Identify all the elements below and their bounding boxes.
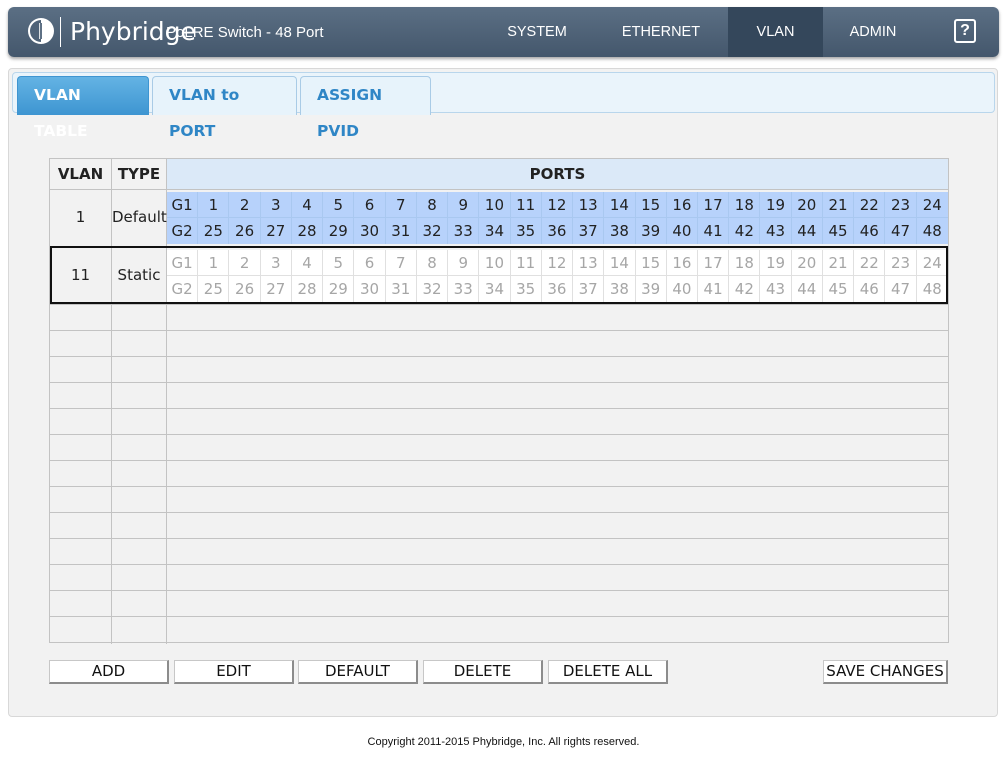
- port-cell[interactable]: 9: [448, 192, 480, 218]
- port-cell[interactable]: 21: [823, 192, 855, 218]
- port-cell[interactable]: 5: [323, 192, 355, 218]
- help-icon[interactable]: ?: [954, 19, 976, 43]
- port-cell[interactable]: 33: [448, 218, 480, 244]
- port-cell[interactable]: 32: [417, 218, 449, 244]
- nav-system[interactable]: SYSTEM: [491, 7, 583, 57]
- delete-all-button[interactable]: DELETE ALL: [548, 660, 668, 684]
- port-cell[interactable]: 31: [386, 218, 417, 244]
- port-cell[interactable]: 38: [604, 218, 636, 244]
- port-cell[interactable]: 13: [573, 192, 605, 218]
- port-cell[interactable]: 37: [573, 218, 605, 244]
- port-cell[interactable]: 45: [823, 218, 855, 244]
- top-header: Phybridge PoLRE Switch - 48 Port SYSTEM …: [8, 7, 999, 57]
- delete-button[interactable]: DELETE: [423, 660, 543, 684]
- port-cell[interactable]: 10: [479, 192, 511, 218]
- port-cell[interactable]: 40: [667, 218, 698, 244]
- port-cell[interactable]: 23: [885, 192, 917, 218]
- column-header-vlan: VLAN: [57, 165, 104, 183]
- grid-divider: [50, 564, 948, 565]
- port-cell[interactable]: 26: [229, 218, 261, 244]
- port-cell[interactable]: 11: [511, 192, 542, 218]
- grid-divider: [50, 590, 948, 591]
- add-button[interactable]: ADD: [49, 660, 169, 684]
- product-name: PoLRE Switch - 48 Port: [166, 24, 324, 41]
- port-cell[interactable]: 35: [511, 218, 542, 244]
- tab-vlan-table[interactable]: VLAN TABLE: [17, 76, 149, 140]
- port-cell[interactable]: 30: [354, 218, 386, 244]
- port-cell[interactable]: 7: [386, 192, 417, 218]
- grid-divider: [50, 616, 948, 617]
- copyright-footer: Copyright 2011-2015 Phybridge, Inc. All …: [367, 736, 640, 748]
- port-cell[interactable]: 34: [479, 218, 511, 244]
- grid-divider: [50, 538, 948, 539]
- port-cell[interactable]: 28: [292, 218, 324, 244]
- port-cell[interactable]: 4: [292, 192, 324, 218]
- port-row-lower: G2 25 26 27 28 29 30 31 32 33 34 35 36 37 38 39 40 41 42 43…: [167, 218, 948, 244]
- port-cell[interactable]: 17: [698, 192, 730, 218]
- grid-divider: [50, 330, 948, 331]
- port-cell[interactable]: 2: [229, 192, 261, 218]
- tab-assign-pvid[interactable]: ASSIGN PVID: [300, 76, 431, 140]
- port-cell[interactable]: 36: [542, 218, 574, 244]
- grid-divider: [50, 382, 948, 383]
- column-header-ports: PORTS: [167, 159, 948, 189]
- tab-vlan-to-port[interactable]: VLAN to PORT: [152, 76, 297, 140]
- port-membership-default: G1 1 2 3 4 5 6 7 8 9 10 11 12 13 14 15 16 17 18 19 20 21 22 23 2…: [167, 192, 948, 244]
- port-cell[interactable]: 16: [667, 192, 698, 218]
- grid-divider: [50, 512, 948, 513]
- port-cell[interactable]: 15: [636, 192, 667, 218]
- port-cell[interactable]: 39: [636, 218, 667, 244]
- port-cell[interactable]: 6: [354, 192, 386, 218]
- port-cell[interactable]: G1: [167, 192, 199, 218]
- port-cell[interactable]: 18: [729, 192, 761, 218]
- default-button[interactable]: DEFAULT: [298, 660, 418, 684]
- table-row-vlan-11-selected[interactable]: [50, 246, 948, 304]
- port-cell[interactable]: 12: [542, 192, 574, 218]
- port-cell[interactable]: 8: [417, 192, 449, 218]
- port-cell[interactable]: 25: [198, 218, 230, 244]
- phybridge-logo-icon: [28, 18, 54, 44]
- grid-divider: [50, 486, 948, 487]
- port-cell[interactable]: 27: [261, 218, 292, 244]
- grid-divider: [50, 460, 948, 461]
- port-cell[interactable]: 43: [760, 218, 792, 244]
- port-cell[interactable]: 41: [698, 218, 730, 244]
- port-cell[interactable]: 3: [261, 192, 292, 218]
- port-cell[interactable]: 44: [792, 218, 823, 244]
- save-changes-button[interactable]: SAVE CHANGES: [823, 660, 948, 684]
- grid-divider: [50, 434, 948, 435]
- column-header-type: TYPE: [117, 165, 161, 183]
- port-cell[interactable]: 42: [729, 218, 761, 244]
- port-cell[interactable]: 48: [917, 218, 948, 244]
- port-cell[interactable]: 20: [792, 192, 823, 218]
- nav-admin[interactable]: ADMIN: [833, 7, 913, 57]
- grid-divider: [50, 304, 948, 305]
- grid-divider: [50, 356, 948, 357]
- port-cell[interactable]: 19: [760, 192, 792, 218]
- edit-button[interactable]: EDIT: [174, 660, 294, 684]
- port-cell[interactable]: 46: [854, 218, 886, 244]
- port-cell[interactable]: 22: [854, 192, 886, 218]
- port-cell[interactable]: 24: [917, 192, 948, 218]
- tab-bar: VLAN TABLE VLAN to PORT ASSIGN PVID: [12, 72, 995, 140]
- port-cell[interactable]: 47: [885, 218, 917, 244]
- port-cell[interactable]: 14: [604, 192, 636, 218]
- vlan-id-cell: 1: [75, 208, 86, 226]
- port-cell[interactable]: G2: [167, 218, 199, 244]
- port-cell[interactable]: 29: [323, 218, 355, 244]
- vlan-type-cell: Default: [112, 208, 167, 226]
- nav-ethernet[interactable]: ETHERNET: [608, 7, 714, 57]
- nav-vlan[interactable]: VLAN: [728, 7, 823, 57]
- port-cell[interactable]: 1: [198, 192, 230, 218]
- vlan-table: VLAN TYPE PORTS 1 Default G1 1 2 3 4 5 6 7 8 9 10 1…: [49, 158, 949, 644]
- grid-divider: [50, 408, 948, 409]
- port-row-upper: G1 1 2 3 4 5 6 7 8 9 10 11 12 13 14 15 16 17 18 19 20 21 22 23 2…: [167, 192, 948, 218]
